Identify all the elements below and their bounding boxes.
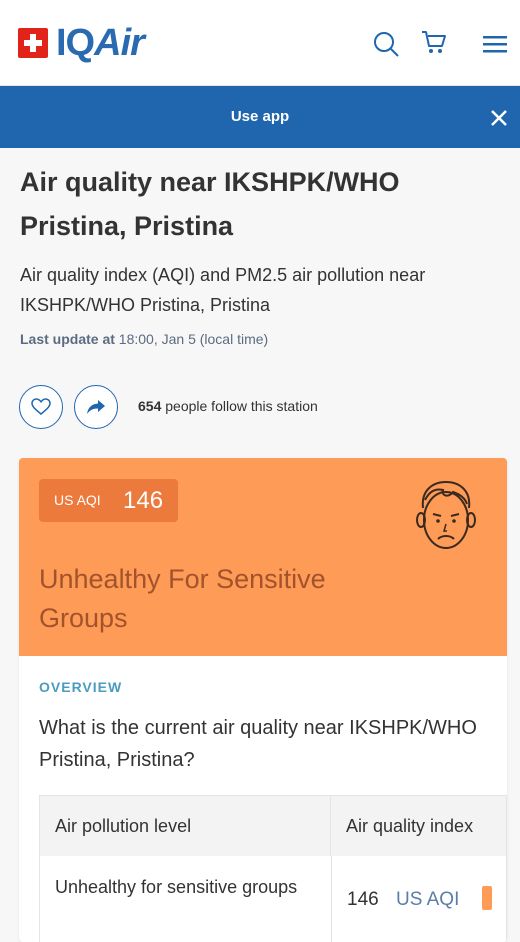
aqi-status-panel: US AQI 146 Unhealthy For Sensitive Group… — [19, 458, 507, 656]
aqi-color-swatch — [482, 886, 492, 910]
aqi-badge: US AQI 146 — [39, 479, 178, 522]
follow-button[interactable] — [19, 385, 63, 429]
swiss-flag-icon — [18, 28, 48, 58]
menu-icon[interactable] — [480, 28, 512, 60]
use-app-link[interactable]: Use app — [0, 108, 520, 125]
logo-text: IQAir — [56, 22, 145, 64]
page-subtitle: Air quality index (AQI) and PM2.5 air po… — [20, 265, 426, 315]
followers-label: people follow this station — [165, 398, 318, 414]
cart-icon[interactable] — [418, 26, 450, 58]
table-cell-value: 146 — [347, 889, 379, 910]
share-button[interactable] — [74, 385, 118, 429]
site-header: IQAir — [0, 0, 520, 86]
logo-iq: IQ — [56, 22, 95, 64]
close-icon[interactable] — [486, 105, 512, 131]
last-update-label: Last update at — [20, 331, 115, 347]
share-icon — [87, 400, 105, 414]
iqair-logo[interactable]: IQAir — [18, 22, 145, 64]
table-cell-index: 146 US AQI — [331, 856, 506, 942]
aqi-card: US AQI 146 Unhealthy For Sensitive Group… — [19, 458, 507, 942]
aqi-table: Air pollution level Air quality index Un… — [39, 795, 507, 942]
table-header-level: Air pollution level — [40, 796, 331, 856]
overview-heading: OVERVIEW — [39, 679, 123, 695]
aqi-status-text: Unhealthy For Sensitive Groups — [39, 564, 326, 633]
overview-question: What is the current air quality near IKS… — [39, 717, 477, 771]
sad-face-icon — [413, 478, 479, 554]
last-update: Last update at 18:00, Jan 5 (local time) — [20, 331, 268, 347]
page-title: Air quality near IKSHPK/WHO Pristina, Pr… — [20, 167, 400, 241]
last-update-value: 18:00, Jan 5 (local time) — [118, 331, 269, 347]
followers-text: 654 people follow this station — [138, 398, 318, 414]
aqi-label: US AQI — [54, 492, 101, 508]
heart-icon — [31, 398, 51, 415]
table-cell-level: Unhealthy for sensitive groups — [55, 877, 298, 897]
aqi-value: 146 — [123, 487, 164, 514]
table-header-index: Air quality index — [331, 796, 506, 856]
logo-air: Air — [94, 22, 145, 64]
followers-count: 654 — [138, 398, 162, 414]
search-icon[interactable] — [370, 28, 402, 60]
table-cell-unit: US AQI — [396, 889, 460, 910]
use-app-banner: Use app — [0, 86, 520, 148]
